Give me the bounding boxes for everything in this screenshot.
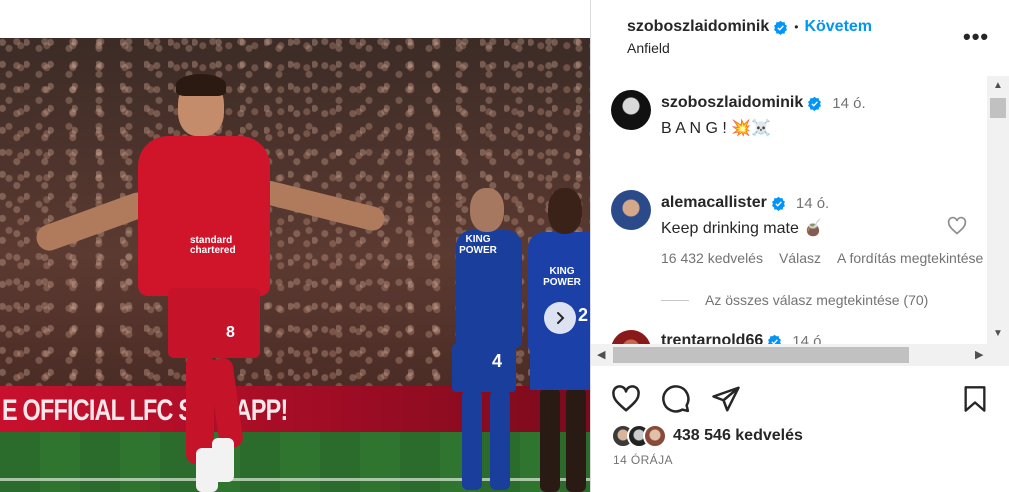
vertical-scroll-thumb[interactable]	[990, 98, 1006, 118]
comment-likes[interactable]: 16 432 kedvelés	[661, 250, 763, 266]
follow-button[interactable]: Követem	[804, 18, 872, 36]
reply-button[interactable]: Válasz	[779, 250, 821, 266]
opponent-number: 2	[578, 305, 589, 325]
opponent-leg	[566, 388, 586, 492]
save-icon[interactable]	[961, 384, 989, 414]
shirt-sponsor: standard chartered	[190, 235, 236, 256]
view-replies-label: Az összes válasz megtekintése (70)	[705, 292, 929, 308]
avatar[interactable]	[611, 190, 651, 230]
scroll-up-icon[interactable]: ▲	[993, 80, 1003, 91]
comment-icon[interactable]	[661, 384, 691, 414]
player-shirt	[138, 136, 270, 296]
comment-meta: 16 432 kedvelés Válasz A fordítás megtek…	[661, 250, 983, 266]
opponent-leg	[490, 390, 510, 490]
opponent-head	[548, 188, 582, 234]
like-comment-icon[interactable]	[947, 216, 967, 236]
comment-text: Keep drinking mate 🧉	[661, 220, 824, 237]
verified-badge-icon	[774, 20, 788, 35]
view-replies-button[interactable]: Az összes válasz megtekintése (70)	[661, 292, 928, 308]
scroll-left-icon[interactable]: ◀	[597, 348, 605, 361]
media-area: E OFFICIAL LFC SC E APP! standard charte…	[0, 0, 590, 492]
likes-row[interactable]: 438 546 kedvelés	[611, 424, 803, 448]
player-sock	[212, 438, 234, 482]
header-user-row: szoboszlaidominik • Követem	[627, 18, 872, 36]
horizontal-scrollbar[interactable]: ◀ ▶	[591, 344, 1009, 366]
post-side-panel: szoboszlaidominik • Követem Anfield ••• …	[590, 0, 1009, 492]
opponent-shirt	[528, 232, 590, 352]
more-options-icon: •••	[963, 24, 990, 49]
verified-badge-icon	[771, 196, 785, 211]
player-shorts	[168, 288, 260, 358]
avatar	[643, 424, 667, 448]
avatar[interactable]	[611, 90, 651, 130]
share-icon[interactable]	[711, 384, 741, 414]
opponent-head	[470, 188, 504, 232]
horizontal-scroll-thumb[interactable]	[613, 347, 909, 363]
header-separator: •	[794, 20, 799, 34]
comment-time[interactable]: 14 ó.	[796, 195, 829, 212]
shorts-number: 8	[226, 324, 235, 341]
next-image-button[interactable]	[544, 302, 576, 334]
post-timestamp[interactable]: 14 ÓRÁJA	[613, 453, 673, 467]
more-options-button[interactable]: •••	[963, 24, 989, 50]
comment-header: alemacallister 14 ó.	[661, 194, 829, 212]
post-image[interactable]: E OFFICIAL LFC SC E APP! standard charte…	[0, 38, 590, 492]
opponent-number: 4	[492, 351, 503, 371]
opponent-leg	[540, 388, 560, 492]
post-actions	[591, 376, 1009, 424]
comment-username[interactable]: alemacallister	[661, 194, 767, 212]
caption-text: B A N G ! 💥☠️	[661, 120, 772, 137]
translate-button[interactable]: A fordítás megtekintése	[837, 250, 983, 266]
opponent-shorts	[530, 344, 590, 390]
comments-list: szoboszlaidominik 14 ó. B A N G ! 💥☠️ al…	[591, 76, 1009, 346]
likes-count[interactable]: 438 546 kedvelés	[673, 427, 803, 445]
player-hair	[176, 74, 226, 96]
post-header: szoboszlaidominik • Követem Anfield •••	[591, 0, 1009, 70]
replies-divider	[661, 299, 689, 301]
chevron-right-icon	[557, 312, 565, 324]
vertical-scrollbar[interactable]: ▲ ▼	[987, 76, 1009, 344]
opponent-leg	[462, 390, 482, 490]
caption-time[interactable]: 14 ó.	[832, 95, 865, 112]
opponent-shorts	[452, 344, 516, 392]
like-icon[interactable]	[611, 384, 641, 414]
verified-badge-icon	[808, 96, 822, 111]
scroll-down-icon[interactable]: ▼	[993, 328, 1003, 339]
post-location[interactable]: Anfield	[627, 40, 670, 56]
opponent-sponsor: KING POWER	[543, 266, 581, 288]
caption-username[interactable]: szoboszlaidominik	[661, 94, 803, 112]
caption-header: szoboszlaidominik 14 ó.	[661, 94, 866, 112]
board-text: E OFFICIAL LFC SC E APP!	[2, 394, 288, 427]
scroll-right-icon[interactable]: ▶	[975, 348, 983, 361]
header-username[interactable]: szoboszlaidominik	[627, 18, 769, 36]
opponent-sponsor: KING POWER	[459, 234, 497, 256]
